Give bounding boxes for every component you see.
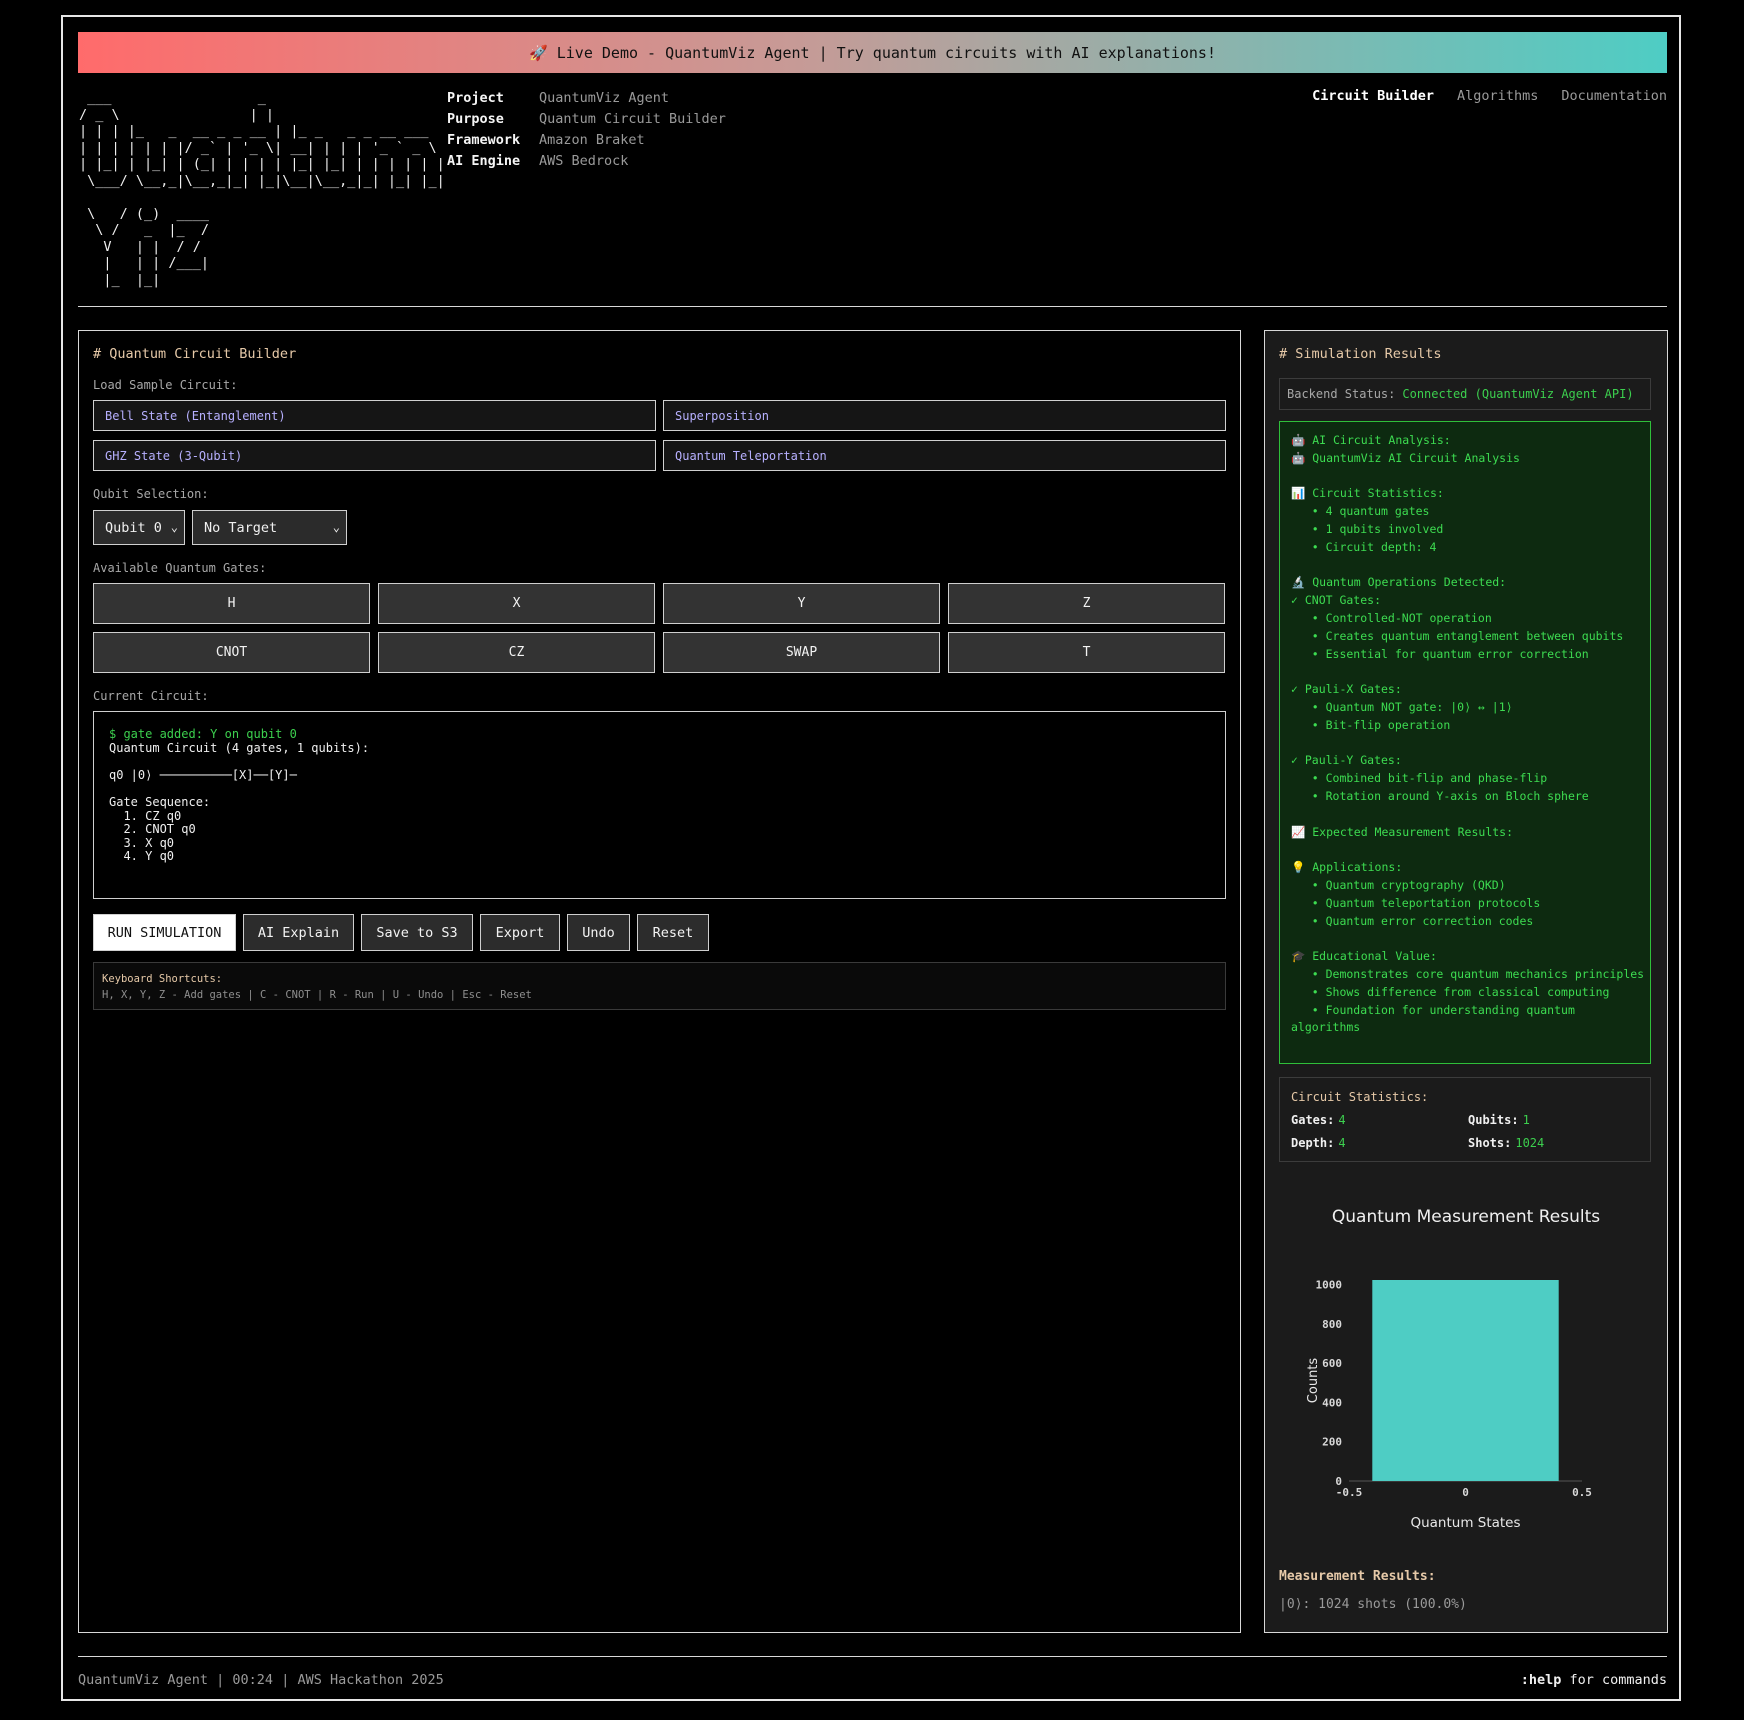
sample-teleportation-button[interactable]: Quantum Teleportation bbox=[663, 440, 1226, 471]
gate-cz-button[interactable]: CZ bbox=[378, 632, 655, 673]
sample-circuit-label: Load Sample Circuit: bbox=[93, 378, 238, 392]
builder-title: # Quantum Circuit Builder bbox=[93, 346, 297, 362]
gate-t-button[interactable]: T bbox=[948, 632, 1225, 673]
nav-documentation[interactable]: Documentation bbox=[1561, 88, 1667, 104]
sample-ghz-state-button[interactable]: GHZ State (3-Qubit) bbox=[93, 440, 656, 471]
meta-key: AI Engine bbox=[447, 153, 521, 169]
keyboard-shortcuts: Keyboard Shortcuts: H, X, Y, Z - Add gat… bbox=[93, 962, 1226, 1010]
x-tick-label: -0.5 bbox=[1336, 1486, 1363, 1499]
backend-status-value: Connected (QuantumViz Agent API) bbox=[1402, 387, 1634, 401]
circuit-statistics: Circuit Statistics: Gates: 4 Qubits: 1 Dep… bbox=[1279, 1077, 1651, 1162]
backend-status: Backend Status: Connected (QuantumViz Ag… bbox=[1279, 378, 1651, 410]
ai-explain-button[interactable]: AI Explain bbox=[243, 914, 354, 951]
nav-algorithms[interactable]: Algorithms bbox=[1457, 88, 1538, 104]
nav-circuit-builder[interactable]: Circuit Builder bbox=[1312, 88, 1434, 104]
y-axis-label: Counts bbox=[1306, 1358, 1321, 1404]
circuit-log-line: $ gate added: Y on qubit 0 bbox=[109, 727, 297, 741]
gate-swap-button[interactable]: SWAP bbox=[663, 632, 940, 673]
ai-analysis-text: 🤖 AI Circuit Analysis: 🤖 QuantumViz AI C… bbox=[1291, 433, 1645, 1035]
x-tick-label: 0.5 bbox=[1572, 1486, 1592, 1499]
stat-depth: Depth: 4 bbox=[1291, 1136, 1346, 1150]
shortcuts-title: Keyboard Shortcuts: bbox=[102, 973, 223, 985]
y-tick-label: 400 bbox=[1322, 1396, 1342, 1409]
ai-analysis-box: 🤖 AI Circuit Analysis: 🤖 QuantumViz AI C… bbox=[1279, 421, 1651, 1064]
meta-key: Framework bbox=[447, 132, 521, 148]
top-nav: Circuit Builder Algorithms Documentation bbox=[1312, 88, 1667, 104]
stat-shots-value: 1024 bbox=[1515, 1136, 1545, 1150]
y-tick-label: 1000 bbox=[1316, 1279, 1343, 1292]
chevron-down-icon: ⌄ bbox=[170, 520, 178, 534]
x-axis-label: Quantum States bbox=[1410, 1515, 1520, 1531]
meta-key: Project bbox=[447, 90, 504, 106]
qubit-selection-label: Qubit Selection: bbox=[93, 487, 209, 501]
footer-divider bbox=[78, 1656, 1667, 1657]
shortcuts-text: H, X, Y, Z - Add gates | C - CNOT | R - … bbox=[102, 989, 532, 1001]
x-tick-label: 0 bbox=[1462, 1486, 1469, 1499]
gate-z-button[interactable]: Z bbox=[948, 583, 1225, 624]
measurement-chart: 02004006008001000-0.5 0 0.5Quantum StatesC… bbox=[1306, 1279, 1592, 1531]
sample-superposition-button[interactable]: Superposition bbox=[663, 400, 1226, 431]
qubit-select-value: Qubit 0 bbox=[105, 519, 162, 536]
target-select[interactable]: No Target ⌄ bbox=[192, 510, 347, 545]
target-select-value: No Target bbox=[204, 519, 278, 536]
help-text: for commands bbox=[1561, 1672, 1667, 1688]
reset-button[interactable]: Reset bbox=[637, 914, 709, 951]
gate-y-button[interactable]: Y bbox=[663, 583, 940, 624]
save-to-s3-button[interactable]: Save to S3 bbox=[361, 914, 473, 951]
chevron-down-icon: ⌄ bbox=[332, 520, 340, 534]
live-demo-banner: 🚀 Live Demo - QuantumViz Agent | Try qua… bbox=[78, 32, 1667, 73]
run-simulation-button[interactable]: RUN SIMULATION bbox=[93, 914, 236, 951]
y-tick-label: 600 bbox=[1322, 1357, 1342, 1370]
stat-qubits-value: 1 bbox=[1522, 1113, 1530, 1127]
ascii-logo: ___ _ / _ \ | | | | | |_ _ __ _ _ __ | |… bbox=[79, 90, 445, 288]
stat-shots: Shots: 1024 bbox=[1468, 1136, 1544, 1150]
header-divider bbox=[78, 306, 1667, 307]
project-meta: Project QuantumViz Agent Purpose Quantum C… bbox=[447, 88, 726, 172]
stat-shots-label: Shots: bbox=[1468, 1136, 1512, 1150]
meta-key: Purpose bbox=[447, 111, 504, 127]
stat-qubits-label: Qubits: bbox=[1468, 1113, 1519, 1127]
stat-gates: Gates: 4 bbox=[1291, 1113, 1346, 1127]
results-title: # Simulation Results bbox=[1279, 346, 1442, 362]
circuit-diagram-text: Quantum Circuit (4 gates, 1 qubits): q0 … bbox=[109, 741, 370, 863]
gate-cnot-button[interactable]: CNOT bbox=[93, 632, 370, 673]
help-command[interactable]: :help bbox=[1521, 1672, 1562, 1688]
undo-button[interactable]: Undo bbox=[567, 914, 630, 951]
chart-title: Quantum Measurement Results bbox=[1331, 1207, 1601, 1227]
stat-qubits: Qubits: 1 bbox=[1468, 1113, 1530, 1127]
meta-value: Quantum Circuit Builder bbox=[539, 111, 726, 127]
circuit-display: $ gate added: Y on qubit 0 Quantum Circu… bbox=[93, 711, 1226, 899]
meta-value: AWS Bedrock bbox=[539, 153, 629, 169]
stat-depth-label: Depth: bbox=[1291, 1136, 1335, 1150]
y-tick-label: 200 bbox=[1322, 1436, 1342, 1449]
meta-value: QuantumViz Agent bbox=[539, 90, 670, 106]
meta-value: Amazon Braket bbox=[539, 132, 645, 148]
stat-depth-value: 4 bbox=[1338, 1136, 1346, 1150]
gate-x-button[interactable]: X bbox=[378, 583, 655, 624]
footer-status: QuantumViz Agent | 00:24 | AWS Hackathon… bbox=[78, 1672, 444, 1688]
measurement-results-title: Measurement Results: bbox=[1279, 1569, 1436, 1584]
y-tick-label: 800 bbox=[1322, 1318, 1342, 1331]
bar-state-0 bbox=[1372, 1280, 1559, 1481]
gates-label: Available Quantum Gates: bbox=[93, 561, 267, 575]
sample-bell-state-button[interactable]: Bell State (Entanglement) bbox=[93, 400, 656, 431]
stat-gates-value: 4 bbox=[1338, 1113, 1346, 1127]
footer-help: :help for commands bbox=[1521, 1672, 1667, 1688]
stat-gates-label: Gates: bbox=[1291, 1113, 1335, 1127]
backend-status-label: Backend Status: bbox=[1287, 387, 1396, 401]
gate-h-button[interactable]: H bbox=[93, 583, 370, 624]
stats-title: Circuit Statistics: bbox=[1291, 1090, 1429, 1104]
qubit-select[interactable]: Qubit 0 ⌄ bbox=[93, 510, 185, 545]
current-circuit-label: Current Circuit: bbox=[93, 689, 209, 703]
export-button[interactable]: Export bbox=[480, 914, 560, 951]
measurement-results-value: |0⟩: 1024 shots (100.0%) bbox=[1279, 1597, 1467, 1612]
